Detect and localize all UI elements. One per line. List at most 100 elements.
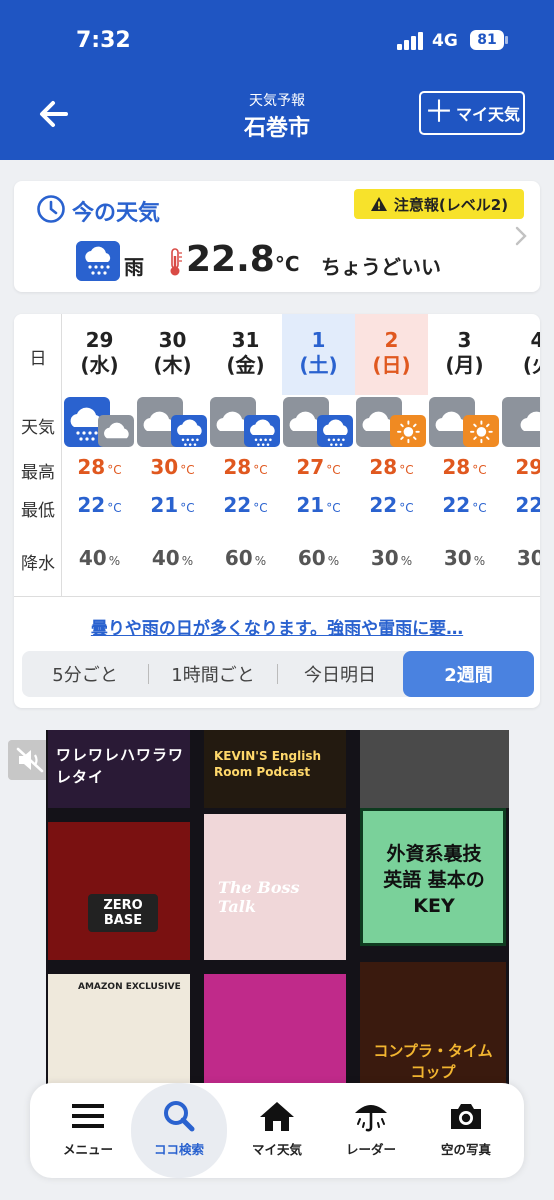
ad-tile-text: AMAZON EXCLUSIVE: [78, 982, 181, 992]
forecast-precip-unit: %: [181, 554, 194, 568]
forecast-precip-value: 30: [443, 546, 472, 570]
ad-tile-text: コンプラ・タイムコップ: [373, 1042, 493, 1081]
forecast-high: 28 °C: [355, 455, 428, 479]
forecast-low-unit: °C: [253, 501, 268, 515]
forecast-day-column[interactable]: 3 (月) 28 °C 22 °C 30%: [428, 314, 501, 596]
forecast-weekday: (日): [372, 353, 411, 377]
podcast-ad-banner[interactable]: ワレワレハワラワレタイ KEVIN'S English Room Podcast…: [46, 730, 509, 1085]
forecast-high-unit: °C: [180, 463, 195, 477]
tab-two-weeks[interactable]: 2週間: [403, 651, 534, 697]
ad-tile-text: ZERO BASE: [88, 894, 158, 932]
forecast-high-value: 30: [150, 455, 179, 479]
forecast-precip-value: 30: [516, 546, 540, 570]
forecast-precip-unit: %: [327, 554, 340, 568]
forecast-day-column[interactable]: 2 (日) 28 °C 22 °C 30%: [355, 314, 428, 596]
forecast-day-column[interactable]: 4(火 29°C 22°C 30%: [501, 314, 540, 596]
cloud-then-sun-icon: [356, 397, 426, 447]
forecast-precip: 40%: [63, 546, 136, 570]
signal-icon: [397, 32, 425, 50]
tab-today-tomorrow[interactable]: 今日明日: [278, 651, 402, 697]
nav-label: ココ検索: [153, 1142, 204, 1157]
forecast-low: 22°C: [428, 493, 501, 517]
forecast-day-column[interactable]: 30 (木) 30 °C 21 °C 40%: [136, 314, 209, 596]
forecast-low: 21 °C: [136, 493, 209, 517]
forecast-precip-value: 40: [78, 546, 107, 570]
chevron-right-icon[interactable]: [514, 225, 528, 247]
forecast-weekday: (金): [226, 353, 265, 377]
ad-tile: AMAZON EXCLUSIVE: [48, 974, 190, 1085]
forecast-high: 29°C: [501, 455, 540, 479]
nav-label: 空の写真: [440, 1142, 491, 1157]
forecast-high-value: 28: [369, 455, 398, 479]
add-my-weather-label: マイ天気: [455, 105, 520, 124]
forecast-high: 27 °C: [282, 455, 355, 479]
nav-label: マイ天気: [251, 1142, 302, 1157]
ad-tile-text: KEVIN'S English Room Podcast: [214, 749, 322, 779]
status-time: 7:32: [76, 28, 131, 53]
forecast-low-unit: °C: [107, 501, 122, 515]
ad-tile-text: 外資系裏技英語 基本のKEY: [383, 843, 485, 917]
tab-hourly[interactable]: 1時間ごと: [149, 651, 277, 697]
forecast-date: 30: [158, 328, 187, 352]
ad-tile-text: The Boss Talk: [218, 878, 300, 916]
forecast-date: 2: [384, 328, 399, 352]
row-label-date: 日: [29, 349, 47, 369]
forecast-day-column[interactable]: 29 (水) 28 °C 22 °C 40%: [63, 314, 136, 596]
forecast-low-unit: °C: [472, 501, 487, 515]
forecast-high: 28 °C: [209, 455, 282, 479]
forecast-low-unit: °C: [399, 501, 414, 515]
forecast-day-column[interactable]: 1 (土) 27 °C 21 °C 60%: [282, 314, 355, 596]
forecast-low-value: 22: [369, 493, 398, 517]
ad-tile-text: ワレワレハワラワレタイ: [56, 746, 185, 786]
forecast-high-unit: °C: [472, 463, 487, 477]
nav-my-weather[interactable]: マイ天気: [229, 1083, 325, 1178]
forecast-low: 21 °C: [282, 493, 355, 517]
forecast-day-header: 1 (土): [282, 314, 355, 395]
forecast-date: 3: [457, 328, 472, 352]
camera-icon: [451, 1104, 481, 1129]
warning-icon: [370, 197, 387, 211]
nav-label: レーダー: [345, 1142, 396, 1157]
forecast-low-unit: °C: [326, 501, 341, 515]
ad-tile: ZERO BASE: [48, 822, 190, 960]
forecast-high-value: 27: [296, 455, 325, 479]
cloud-icon: [502, 397, 540, 447]
forecast-day-column[interactable]: 31 (金) 28 °C 22 °C 60%: [209, 314, 282, 596]
forecast-precip: 30%: [501, 546, 540, 570]
cloud-then-sun-icon: [429, 397, 499, 447]
nav-sky-photos[interactable]: 空の写真: [418, 1083, 514, 1178]
forecast-date: 29: [85, 328, 114, 352]
forecast-precip-value: 60: [297, 546, 326, 570]
nav-menu[interactable]: メニュー: [40, 1083, 136, 1178]
search-icon: [164, 1101, 195, 1132]
forecast-high-value: 29: [515, 455, 540, 479]
forecast-precip: 40%: [136, 546, 209, 570]
home-icon: [260, 1102, 294, 1131]
forecast-precip: 60%: [282, 546, 355, 570]
plus-icon: ＋: [423, 95, 454, 130]
forecast-low-value: 22: [515, 493, 540, 517]
nav-search[interactable]: ココ検索: [131, 1083, 227, 1178]
temperature-unit: °C: [274, 252, 300, 276]
forecast-day-header: 2 (日): [355, 314, 428, 395]
forecast-date: 1: [311, 328, 326, 352]
add-my-weather-button[interactable]: ＋ マイ天気: [419, 91, 525, 135]
forecast-weekday: (火: [522, 353, 540, 377]
forecast-high: 28 °C: [63, 455, 136, 479]
current-temperature: 22.8°C: [186, 239, 300, 280]
ad-tile: ワレワレハワラワレタイ: [48, 730, 190, 808]
forecast-summary-link[interactable]: 曇りや雨の日が多くなります。強雨や雷雨に要…: [14, 614, 540, 639]
nav-radar[interactable]: レーダー: [323, 1083, 419, 1178]
current-condition: 雨: [124, 255, 144, 279]
current-weather-card[interactable]: 今の天気 注意報(レベル2) 雨 22.8°C ちょうどいい: [14, 181, 540, 292]
umbrella-icon: [355, 1105, 387, 1132]
forecast-precip: 60%: [209, 546, 282, 570]
tab-5min[interactable]: 5分ごと: [22, 651, 148, 697]
forecast-precip-unit: %: [473, 554, 486, 568]
ad-tile: KEVIN'S English Room Podcast: [204, 730, 346, 808]
alert-badge[interactable]: 注意報(レベル2): [354, 189, 524, 219]
rain-then-cloud-icon: [64, 397, 134, 447]
ad-tile: The Boss Talk: [204, 814, 346, 960]
forecast-high-value: 28: [442, 455, 471, 479]
ad-tile: 外資系裏技英語 基本のKEY: [360, 808, 506, 946]
